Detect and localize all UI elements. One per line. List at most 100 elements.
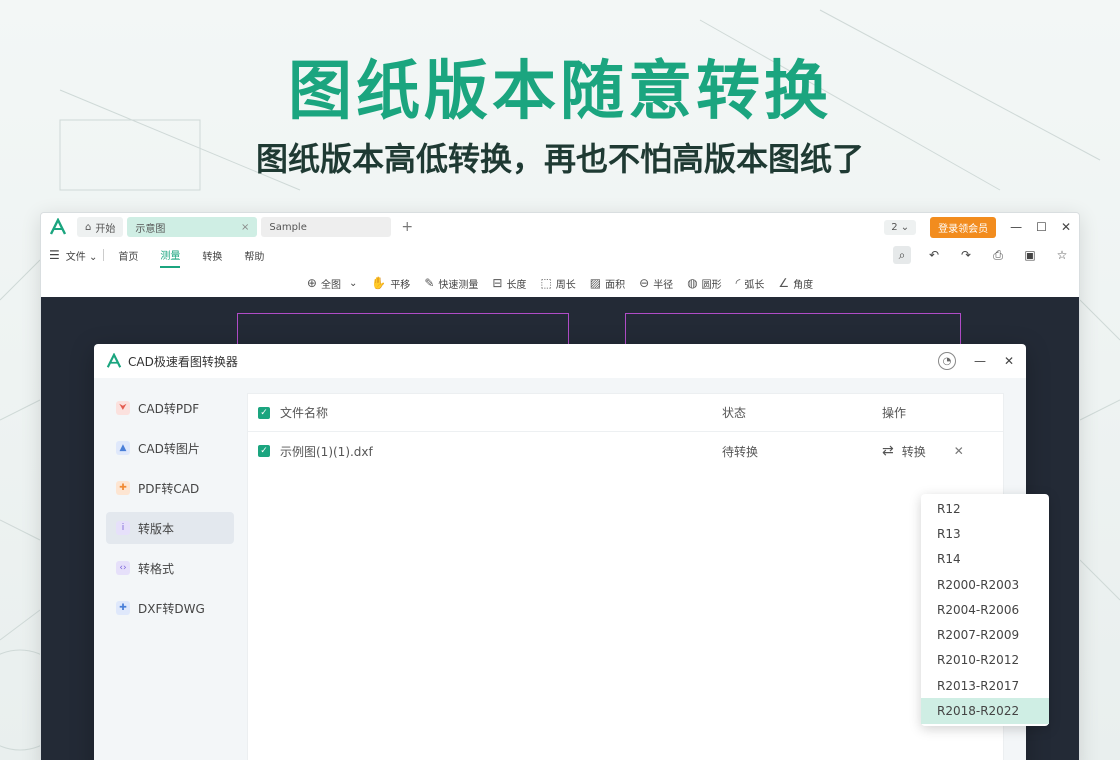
version-dropdown: R12 R13 R14 R2000-R2003 R2004-R2006 R200… [921, 494, 1049, 726]
window-close-icon[interactable]: ✕ [1061, 220, 1071, 234]
tab-sample[interactable]: Sample [261, 217, 392, 237]
sidebar-item-label: PDF转CAD [138, 481, 200, 496]
tool-label: 周长 [555, 279, 576, 291]
app-logo-icon [106, 353, 122, 368]
tool-length[interactable]: ⊟ 长度 [492, 276, 526, 291]
version-option-selected[interactable]: R2018-R2022 [921, 698, 1049, 724]
sidebar-item-dxf-to-dwg[interactable]: ✚ DXF转DWG [106, 592, 234, 624]
sidebar-item-label: 转格式 [138, 561, 175, 576]
dialog-body: ⮟ CAD转PDF ▲ CAD转图片 ✚ PDF转CAD i 转版本 ‹› 转格… [94, 378, 1026, 760]
sidebar-item-cad-to-pdf[interactable]: ⮟ CAD转PDF [106, 392, 234, 424]
dialog-close-icon[interactable]: ✕ [1004, 354, 1014, 368]
convert-button[interactable]: ⇄ 转换 [882, 443, 926, 460]
menu-file-label: 文件 [65, 251, 86, 263]
pan-hand-icon: ✋ [371, 276, 387, 290]
pdf-cad-icon: ✚ [116, 481, 130, 495]
sidebar-item-pdf-to-cad[interactable]: ✚ PDF转CAD [106, 472, 234, 504]
version-option[interactable]: R2010-R2012 [921, 648, 1049, 673]
sidebar-item-cad-to-image[interactable]: ▲ CAD转图片 [106, 432, 234, 464]
tab-sample-label: Sample [269, 221, 307, 233]
menu-measure[interactable]: 测量 [160, 243, 181, 268]
add-tab-button[interactable]: + [401, 219, 413, 235]
version-option[interactable]: R13 [921, 521, 1049, 546]
tool-quick-measure[interactable]: ✎ 快速测量 [424, 276, 478, 291]
tool-label: 平移 [390, 279, 411, 291]
menu-file[interactable]: 文件 ⌄ [66, 244, 98, 267]
sidebar-item-label: CAD转PDF [138, 401, 200, 416]
home-icon: ⌂ [85, 221, 92, 233]
version-option[interactable]: R2007-R2009 [921, 622, 1049, 647]
tab-bar: ⌂ 开始 示意图 × Sample + 2 ⌄ 登录领会员 — ☐ ✕ [41, 213, 1079, 241]
quick-measure-icon: ✎ [424, 276, 435, 290]
converter-sidebar: ⮟ CAD转PDF ▲ CAD转图片 ✚ PDF转CAD i 转版本 ‹› 转格… [106, 392, 234, 632]
header-status: 状态 [722, 406, 747, 420]
fit-all-icon: ⊕ [306, 276, 317, 290]
minimize-icon[interactable]: — [1010, 220, 1022, 234]
menu-help[interactable]: 帮助 [244, 244, 264, 267]
close-icon[interactable]: × [241, 222, 249, 233]
tool-label: 弧长 [744, 279, 765, 291]
chevron-down-icon: ⌄ [900, 221, 910, 233]
image-icon: ▲ [116, 441, 130, 455]
version-option[interactable]: R2000-R2003 [921, 572, 1049, 597]
sidebar-item-version[interactable]: i 转版本 [106, 512, 234, 544]
redo-icon[interactable]: ↷ [957, 246, 975, 264]
star-icon[interactable]: ☆ [1053, 246, 1071, 264]
hamburger-icon[interactable]: ☰ [49, 248, 60, 262]
row-checkbox[interactable]: ✓ [258, 445, 270, 457]
tab-diagram[interactable]: 示意图 × [127, 217, 258, 237]
arc-icon: ◜ [735, 276, 741, 290]
tool-label: 快速测量 [438, 279, 479, 291]
tool-label: 角度 [793, 279, 814, 291]
dxf-icon: ✚ [116, 601, 130, 615]
circle-icon: ◍ [687, 276, 698, 290]
tool-radius[interactable]: ⊖ 半径 [639, 276, 673, 291]
version-option[interactable]: R14 [921, 547, 1049, 572]
sidebar-item-label: 转版本 [138, 521, 175, 536]
tool-arc[interactable]: ◜ 弧长 [736, 276, 765, 291]
remove-row-icon[interactable]: ✕ [954, 444, 964, 458]
tool-label: 长度 [506, 279, 527, 291]
sidebar-item-label: CAD转图片 [138, 441, 200, 456]
tool-label: 面积 [605, 279, 626, 291]
save-icon[interactable]: ▣ [1021, 246, 1039, 264]
tool-angle[interactable]: ∠ 角度 [778, 276, 813, 291]
dialog-title: CAD极速看图转换器 [128, 354, 238, 369]
length-icon: ⊟ [492, 276, 503, 290]
tab-count: 2 [891, 221, 898, 233]
format-icon: ‹› [116, 561, 130, 575]
tool-fit-all[interactable]: ⊕ 全图 ⌄ [307, 276, 357, 291]
tab-home[interactable]: ⌂ 开始 [77, 217, 124, 237]
perimeter-icon: ⬚ [540, 276, 552, 290]
file-status: 待转换 [722, 444, 759, 459]
tab-count-dropdown[interactable]: 2 ⌄ [884, 219, 917, 235]
version-option[interactable]: R2013-R2017 [921, 673, 1049, 698]
maximize-icon[interactable]: ☐ [1036, 220, 1047, 234]
pdf-icon: ⮟ [116, 401, 130, 415]
file-name: 示例图(1)(1).dxf [280, 444, 373, 459]
sidebar-item-format[interactable]: ‹› 转格式 [106, 552, 234, 584]
print-icon[interactable]: ⎙ [989, 246, 1007, 264]
tool-circle[interactable]: ◍ 圆形 [687, 276, 721, 291]
undo-icon[interactable]: ↶ [925, 246, 943, 264]
tool-area[interactable]: ▨ 面积 [590, 276, 625, 291]
version-option[interactable]: R2004-R2006 [921, 597, 1049, 622]
minimize-icon[interactable]: — [974, 354, 986, 368]
radius-icon: ⊖ [639, 276, 650, 290]
menu-home[interactable]: 首页 [118, 244, 138, 267]
user-avatar-icon[interactable]: ◔ [937, 352, 956, 370]
version-option[interactable]: R12 [921, 496, 1049, 521]
tool-perimeter[interactable]: ⬚ 周长 [540, 276, 575, 291]
search-icon[interactable]: ⌕ [893, 246, 911, 264]
select-all-checkbox[interactable]: ✓ [258, 406, 270, 419]
tool-label: 圆形 [701, 279, 722, 291]
login-vip-button[interactable]: 登录领会员 [930, 216, 997, 238]
header-operation: 操作 [882, 406, 907, 420]
version-icon: i [116, 521, 130, 535]
menu-convert[interactable]: 转换 [202, 244, 222, 267]
measure-toolbar: ⊕ 全图 ⌄ ✋ 平移 ✎ 快速测量 ⊟ 长度 ⬚ 周长 ▨ 面积 ⊖ 半径 ◍ 圆形 ◜ 弧长 ∠… [41, 269, 1079, 297]
tool-pan[interactable]: ✋ 平移 [371, 276, 410, 291]
chevron-down-icon: ⌄ [88, 251, 98, 263]
tool-label: 半径 [653, 279, 674, 291]
header-file-name: 文件名称 [280, 406, 329, 420]
